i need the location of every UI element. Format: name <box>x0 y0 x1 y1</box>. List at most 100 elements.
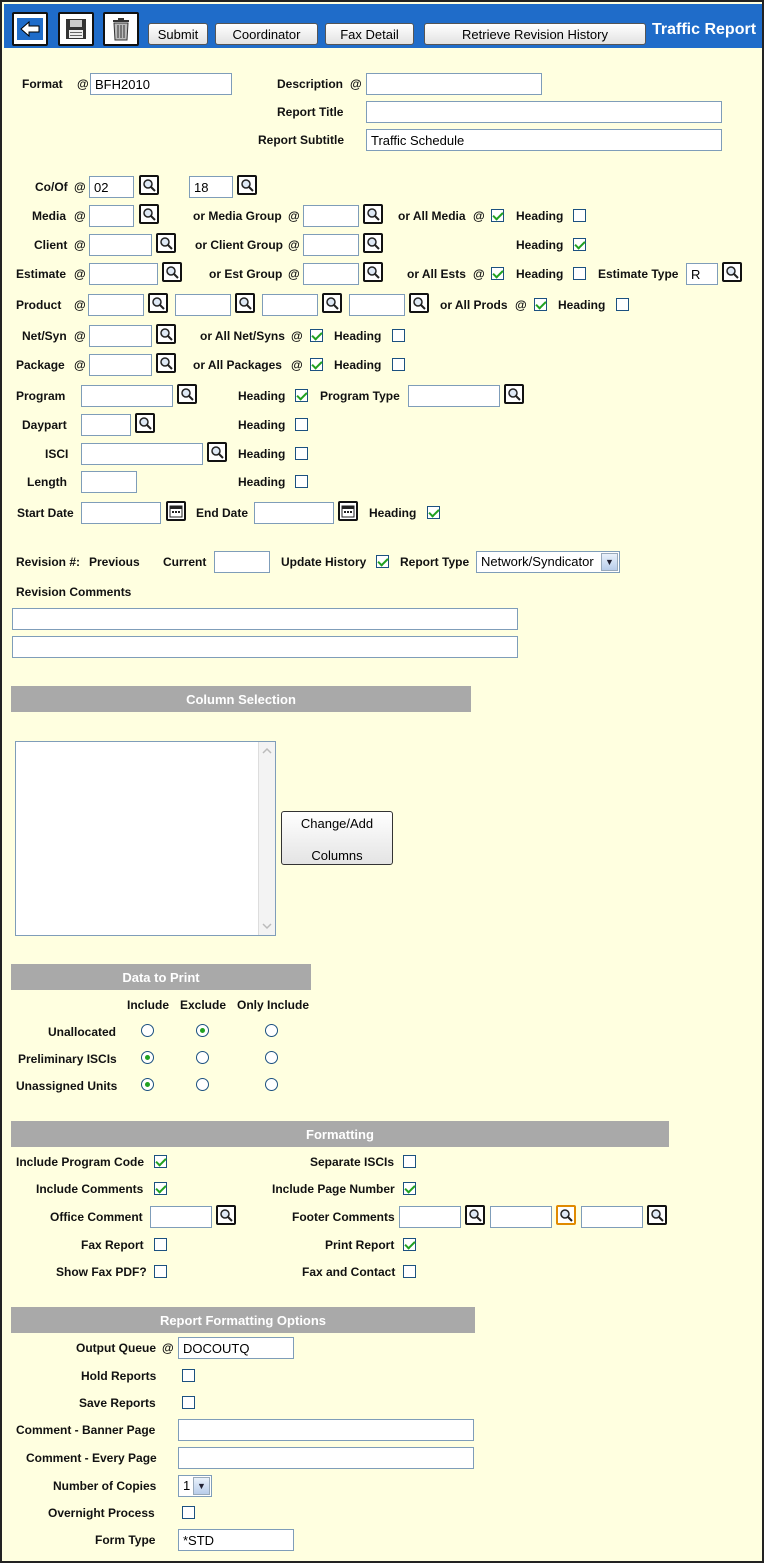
comment-every-page-input[interactable] <box>178 1447 474 1469</box>
office-lookup-button[interactable] <box>237 175 257 195</box>
est-group-lookup-button[interactable] <box>363 262 383 282</box>
isci-lookup-button[interactable] <box>207 442 227 462</box>
scroll-down-icon[interactable] <box>259 919 275 933</box>
preliminary-iscis-only-include-radio[interactable] <box>265 1051 278 1064</box>
footer-comment-input-2[interactable] <box>490 1206 552 1228</box>
include-program-code-checkbox[interactable] <box>154 1155 167 1168</box>
program-lookup-button[interactable] <box>177 384 197 404</box>
footer-comment-lookup-button-1[interactable] <box>465 1205 485 1225</box>
report-subtitle-input[interactable] <box>366 129 722 151</box>
number-of-copies-select[interactable]: 1 ▼ <box>178 1475 212 1497</box>
comment-banner-page-input[interactable] <box>178 1419 474 1441</box>
form-type-input[interactable] <box>178 1529 294 1551</box>
revision-comment-input-1[interactable] <box>12 608 518 630</box>
length-heading-checkbox[interactable] <box>295 475 308 488</box>
scroll-up-icon[interactable] <box>259 744 275 758</box>
end-date-calendar-button[interactable] <box>338 501 358 521</box>
unassigned-units-only-include-radio[interactable] <box>265 1078 278 1091</box>
product-lookup-button-1[interactable] <box>148 293 168 313</box>
date-heading-checkbox[interactable] <box>427 506 440 519</box>
footer-comment-input-1[interactable] <box>399 1206 461 1228</box>
preliminary-iscis-include-radio[interactable] <box>141 1051 154 1064</box>
revision-comment-input-2[interactable] <box>12 636 518 658</box>
estimate-heading-checkbox[interactable] <box>573 267 586 280</box>
client-input[interactable] <box>89 234 152 256</box>
overnight-process-checkbox[interactable] <box>182 1506 195 1519</box>
program-input[interactable] <box>81 385 173 407</box>
change-add-columns-button[interactable]: Change/Add Columns <box>281 811 393 865</box>
product-input-2[interactable] <box>175 294 231 316</box>
product-lookup-button-4[interactable] <box>409 293 429 313</box>
save-button[interactable] <box>58 12 94 46</box>
start-date-calendar-button[interactable] <box>166 501 186 521</box>
report-title-input[interactable] <box>366 101 722 123</box>
fax-and-contact-checkbox[interactable] <box>403 1265 416 1278</box>
daypart-lookup-button[interactable] <box>135 413 155 433</box>
coordinator-button[interactable]: Coordinator <box>215 23 318 45</box>
column-list-scrollbar[interactable] <box>258 742 275 935</box>
client-group-input[interactable] <box>303 234 359 256</box>
preliminary-iscis-exclude-radio[interactable] <box>196 1051 209 1064</box>
all-media-checkbox[interactable] <box>491 209 504 222</box>
all-packages-checkbox[interactable] <box>310 358 323 371</box>
back-button[interactable] <box>12 12 48 46</box>
media-heading-checkbox[interactable] <box>573 209 586 222</box>
column-list[interactable] <box>15 741 276 936</box>
unassigned-units-exclude-radio[interactable] <box>196 1078 209 1091</box>
media-input[interactable] <box>89 205 134 227</box>
estimate-type-lookup-button[interactable] <box>722 262 742 282</box>
include-page-number-checkbox[interactable] <box>403 1182 416 1195</box>
media-lookup-button[interactable] <box>139 204 159 224</box>
unassigned-units-include-radio[interactable] <box>141 1078 154 1091</box>
all-netsyns-checkbox[interactable] <box>310 329 323 342</box>
program-type-lookup-button[interactable] <box>504 384 524 404</box>
office-input[interactable] <box>189 176 233 198</box>
retrieve-revision-history-button[interactable]: Retrieve Revision History <box>424 23 646 45</box>
client-lookup-button[interactable] <box>156 233 176 253</box>
package-heading-checkbox[interactable] <box>392 358 405 371</box>
daypart-input[interactable] <box>81 414 131 436</box>
product-heading-checkbox[interactable] <box>616 298 629 311</box>
fax-report-checkbox[interactable] <box>154 1238 167 1251</box>
length-input[interactable] <box>81 471 137 493</box>
office-comment-input[interactable] <box>150 1206 212 1228</box>
unallocated-exclude-radio[interactable] <box>196 1024 209 1037</box>
submit-button[interactable]: Submit <box>148 23 208 45</box>
unallocated-only-include-radio[interactable] <box>265 1024 278 1037</box>
include-comments-checkbox[interactable] <box>154 1182 167 1195</box>
media-group-lookup-button[interactable] <box>363 204 383 224</box>
footer-comment-lookup-button-3[interactable] <box>647 1205 667 1225</box>
print-report-checkbox[interactable] <box>403 1238 416 1251</box>
package-input[interactable] <box>89 354 152 376</box>
product-input-3[interactable] <box>262 294 318 316</box>
report-type-select[interactable]: Network/Syndicator ▼ <box>476 551 620 573</box>
product-input-4[interactable] <box>349 294 405 316</box>
est-group-input[interactable] <box>303 263 359 285</box>
media-group-input[interactable] <box>303 205 359 227</box>
isci-heading-checkbox[interactable] <box>295 447 308 460</box>
start-date-input[interactable] <box>81 502 161 524</box>
end-date-input[interactable] <box>254 502 334 524</box>
separate-iscis-checkbox[interactable] <box>403 1155 416 1168</box>
client-group-lookup-button[interactable] <box>363 233 383 253</box>
current-revision-input[interactable] <box>214 551 270 573</box>
hold-reports-checkbox[interactable] <box>182 1369 195 1382</box>
description-input[interactable] <box>366 73 542 95</box>
footer-comment-input-3[interactable] <box>581 1206 643 1228</box>
company-lookup-button[interactable] <box>139 175 159 195</box>
delete-button[interactable] <box>103 12 139 46</box>
daypart-heading-checkbox[interactable] <box>295 418 308 431</box>
product-input-1[interactable] <box>88 294 144 316</box>
client-heading-checkbox[interactable] <box>573 238 586 251</box>
show-fax-pdf-checkbox[interactable] <box>154 1265 167 1278</box>
output-queue-input[interactable] <box>178 1337 294 1359</box>
isci-input[interactable] <box>81 443 203 465</box>
footer-comment-lookup-button-2[interactable] <box>556 1205 576 1225</box>
package-lookup-button[interactable] <box>156 353 176 373</box>
company-input[interactable] <box>89 176 134 198</box>
product-lookup-button-3[interactable] <box>322 293 342 313</box>
netsyn-lookup-button[interactable] <box>156 324 176 344</box>
estimate-type-input[interactable] <box>686 263 718 285</box>
update-history-checkbox[interactable] <box>376 555 389 568</box>
format-input[interactable] <box>90 73 232 95</box>
